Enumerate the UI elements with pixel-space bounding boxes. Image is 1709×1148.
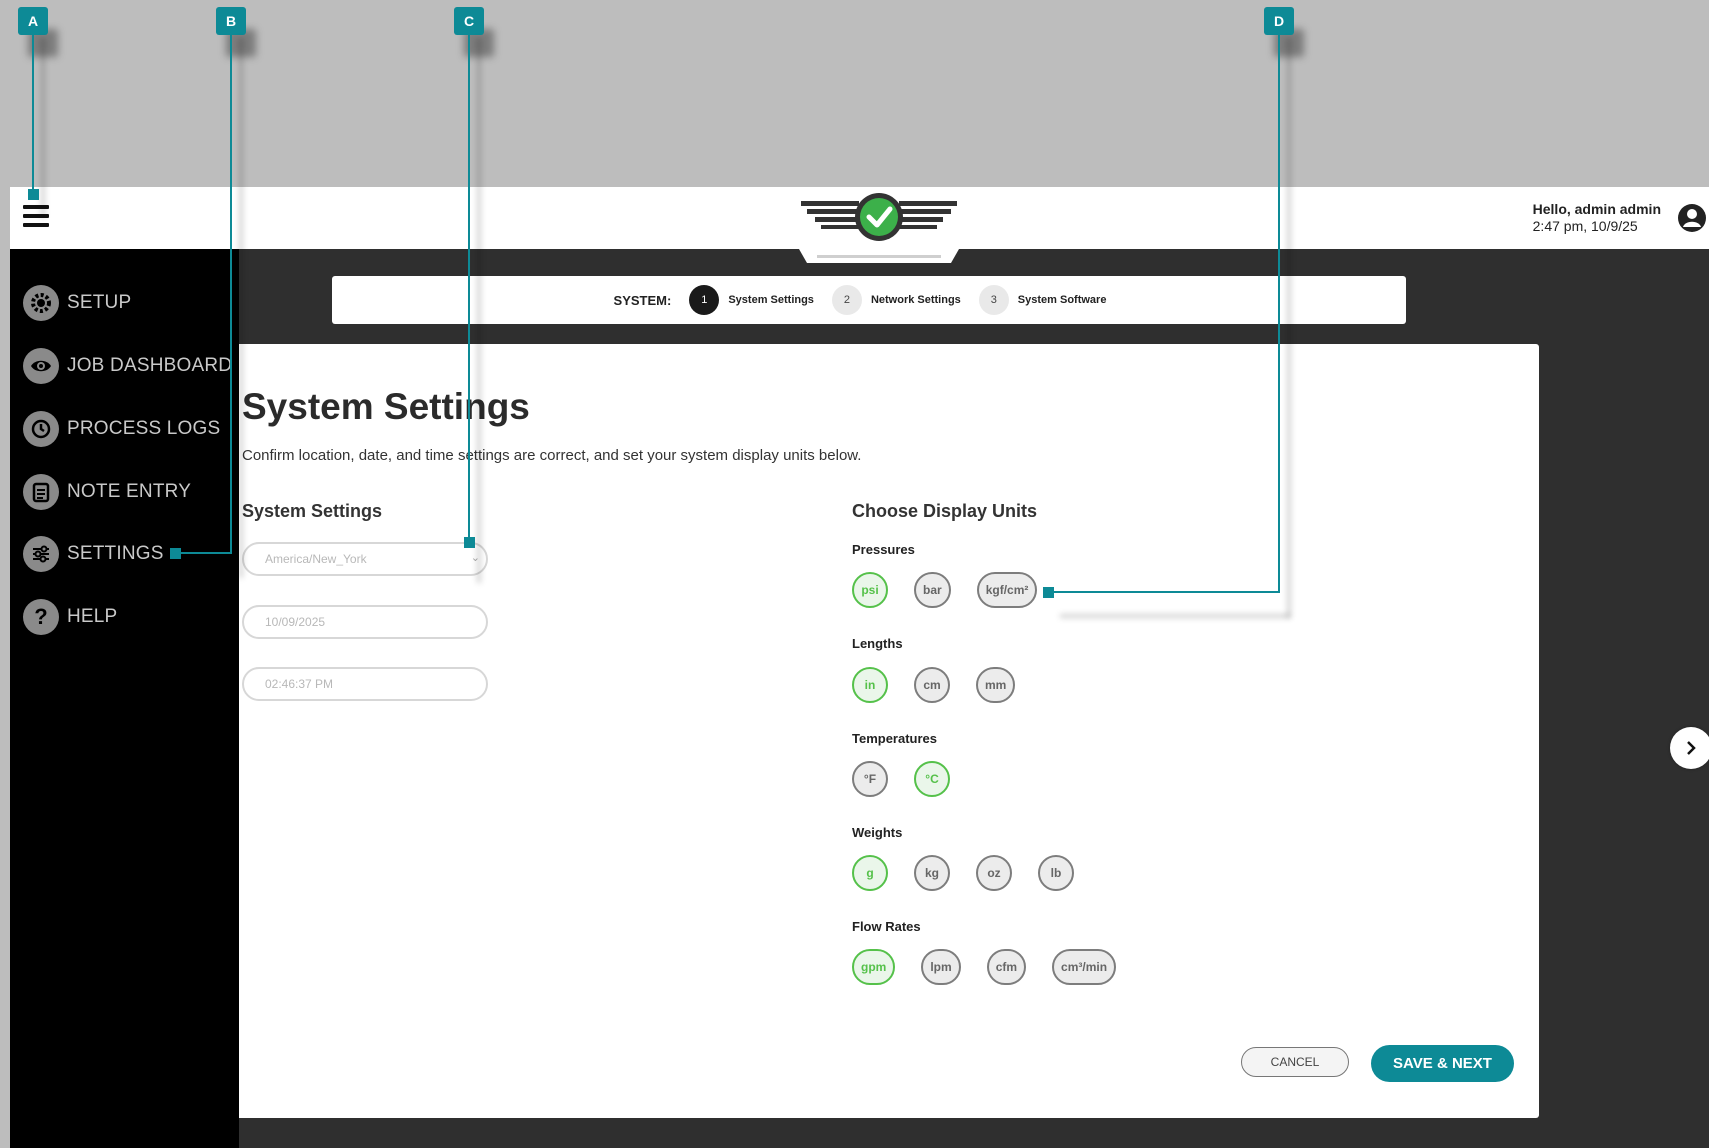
history-icon [23, 411, 59, 447]
help-icon: ? [23, 599, 59, 635]
top-bar: Hello, admin admin 2:47 pm, 10/9/25 [10, 187, 1709, 263]
unit-group-label: Temperatures [852, 731, 938, 746]
callout-a-marker [28, 189, 39, 200]
step-number: 3 [978, 285, 1009, 315]
sliders-icon [23, 536, 59, 572]
sidebar-item-job-dashboard[interactable]: JOB DASHBOARD [23, 346, 232, 386]
sidebar-item-help[interactable]: ? HELP [23, 597, 117, 637]
step-number: 1 [689, 285, 720, 315]
sidebar-item-settings[interactable]: SETTINGS [23, 534, 164, 574]
step-system-settings[interactable]: 1 System Settings [689, 285, 814, 315]
flow-rate-units: gpm lpm cfm cm³/min [852, 949, 1142, 985]
unit-group-label: Lengths [852, 636, 903, 651]
gear-icon [23, 285, 59, 321]
timezone-select[interactable]: America/New_York ⌄ [242, 542, 488, 576]
sidebar-item-label: SETTINGS [67, 543, 164, 564]
timezone-value: America/New_York [265, 552, 367, 566]
step-label: Network Settings [870, 294, 961, 306]
callout-d-line [1278, 35, 1280, 593]
app-logo [791, 187, 967, 263]
clipboard-icon [23, 474, 59, 510]
callout-b-badge: B [216, 7, 246, 35]
step-number: 2 [831, 285, 862, 315]
unit-lpm-button[interactable]: lpm [921, 949, 961, 985]
settings-panel: System Settings Confirm location, date, … [239, 344, 1539, 1118]
unit-psi-button[interactable]: psi [852, 572, 888, 608]
callout-b-marker [170, 548, 181, 559]
sidebar-item-note-entry[interactable]: NOTE ENTRY [23, 472, 191, 512]
callout-b-line [230, 35, 232, 554]
step-label: System Software [1017, 294, 1107, 306]
unit-oz-button[interactable]: oz [976, 855, 1012, 891]
date-field[interactable]: 10/09/2025 [242, 605, 488, 639]
callout-b-line [174, 552, 232, 554]
unit-gpm-button[interactable]: gpm [852, 949, 896, 985]
sidebar: SETUP JOB DASHBOARD PROCESS LOGS NOTE EN… [10, 249, 239, 1148]
length-units: in cm mm [852, 667, 1041, 703]
weight-units: g kg oz lb [852, 855, 1100, 891]
unit-celsius-button[interactable]: °C [914, 761, 950, 797]
unit-group-label: Pressures [852, 542, 915, 557]
unit-kg-button[interactable]: kg [914, 855, 950, 891]
sidebar-item-label: HELP [67, 606, 118, 627]
callout-shadow [1060, 614, 1290, 618]
callout-c-badge: C [454, 7, 484, 35]
chevron-right-icon [1687, 741, 1696, 755]
time-value: 02:46:37 PM [265, 677, 334, 691]
app-window: Hello, admin admin 2:47 pm, 10/9/25 SETU… [10, 187, 1709, 1148]
unit-kgf-cm2-button[interactable]: kgf/cm² [976, 572, 1038, 608]
unit-bar-button[interactable]: bar [914, 572, 951, 608]
greeting-text: Hello, admin admin [1532, 201, 1661, 217]
menu-icon[interactable] [23, 205, 49, 227]
save-next-button[interactable]: SAVE & NEXT [1371, 1045, 1514, 1082]
step-label: System Settings [728, 294, 814, 306]
step-network-settings[interactable]: 2 Network Settings [831, 285, 961, 315]
stepper-prefix: SYSTEM: [613, 292, 672, 308]
callout-c-marker [464, 537, 475, 548]
unit-group-label: Flow Rates [852, 919, 921, 934]
display-units-heading: Choose Display Units [852, 501, 1038, 521]
sidebar-item-setup[interactable]: SETUP [23, 283, 131, 323]
unit-cm-button[interactable]: cm [914, 667, 950, 703]
callout-shadow [477, 38, 481, 583]
callout-shadow [41, 38, 45, 218]
unit-mm-button[interactable]: mm [976, 667, 1016, 703]
callout-c-line [468, 35, 470, 542]
time-field[interactable]: 02:46:37 PM [242, 667, 488, 701]
eye-icon [23, 348, 59, 384]
user-account-icon[interactable] [1677, 203, 1707, 233]
sidebar-item-process-logs[interactable]: PROCESS LOGS [23, 409, 220, 449]
unit-lb-button[interactable]: lb [1038, 855, 1074, 891]
callout-shadow [1287, 38, 1291, 618]
setup-stepper: SYSTEM: 1 System Settings 2 Network Sett… [332, 276, 1406, 324]
unit-fahrenheit-button[interactable]: °F [852, 761, 888, 797]
unit-in-button[interactable]: in [852, 667, 888, 703]
user-greeting: Hello, admin admin 2:47 pm, 10/9/25 [1533, 201, 1661, 235]
unit-cfm-button[interactable]: cfm [986, 949, 1027, 985]
pressure-units: psi bar kgf/cm² [852, 572, 1063, 608]
sidebar-item-label: PROCESS LOGS [67, 418, 221, 439]
sidebar-item-label: NOTE ENTRY [67, 481, 192, 502]
step-system-software[interactable]: 3 System Software [978, 285, 1107, 315]
unit-group-label: Weights [852, 825, 903, 840]
date-value: 10/09/2025 [265, 615, 326, 629]
callout-a-line [32, 35, 34, 193]
system-settings-heading: System Settings [242, 501, 383, 521]
sidebar-item-label: SETUP [67, 292, 132, 313]
page-title: System Settings [242, 386, 530, 427]
next-page-arrow[interactable] [1670, 727, 1709, 769]
page-subtitle: Confirm location, date, and time setting… [242, 447, 862, 464]
cancel-button[interactable]: CANCEL [1241, 1047, 1349, 1077]
unit-cm3-min-button[interactable]: cm³/min [1052, 949, 1117, 985]
datetime-text: 2:47 pm, 10/9/25 [1532, 218, 1638, 234]
callout-shadow [239, 38, 243, 578]
callout-a-badge: A [18, 7, 48, 35]
callout-d-badge: D [1264, 7, 1294, 35]
callout-d-line [1052, 591, 1280, 593]
unit-g-button[interactable]: g [852, 855, 888, 891]
temperature-units: °F °C [852, 761, 976, 797]
sidebar-item-label: JOB DASHBOARD [67, 355, 233, 376]
callout-d-marker [1043, 587, 1054, 598]
